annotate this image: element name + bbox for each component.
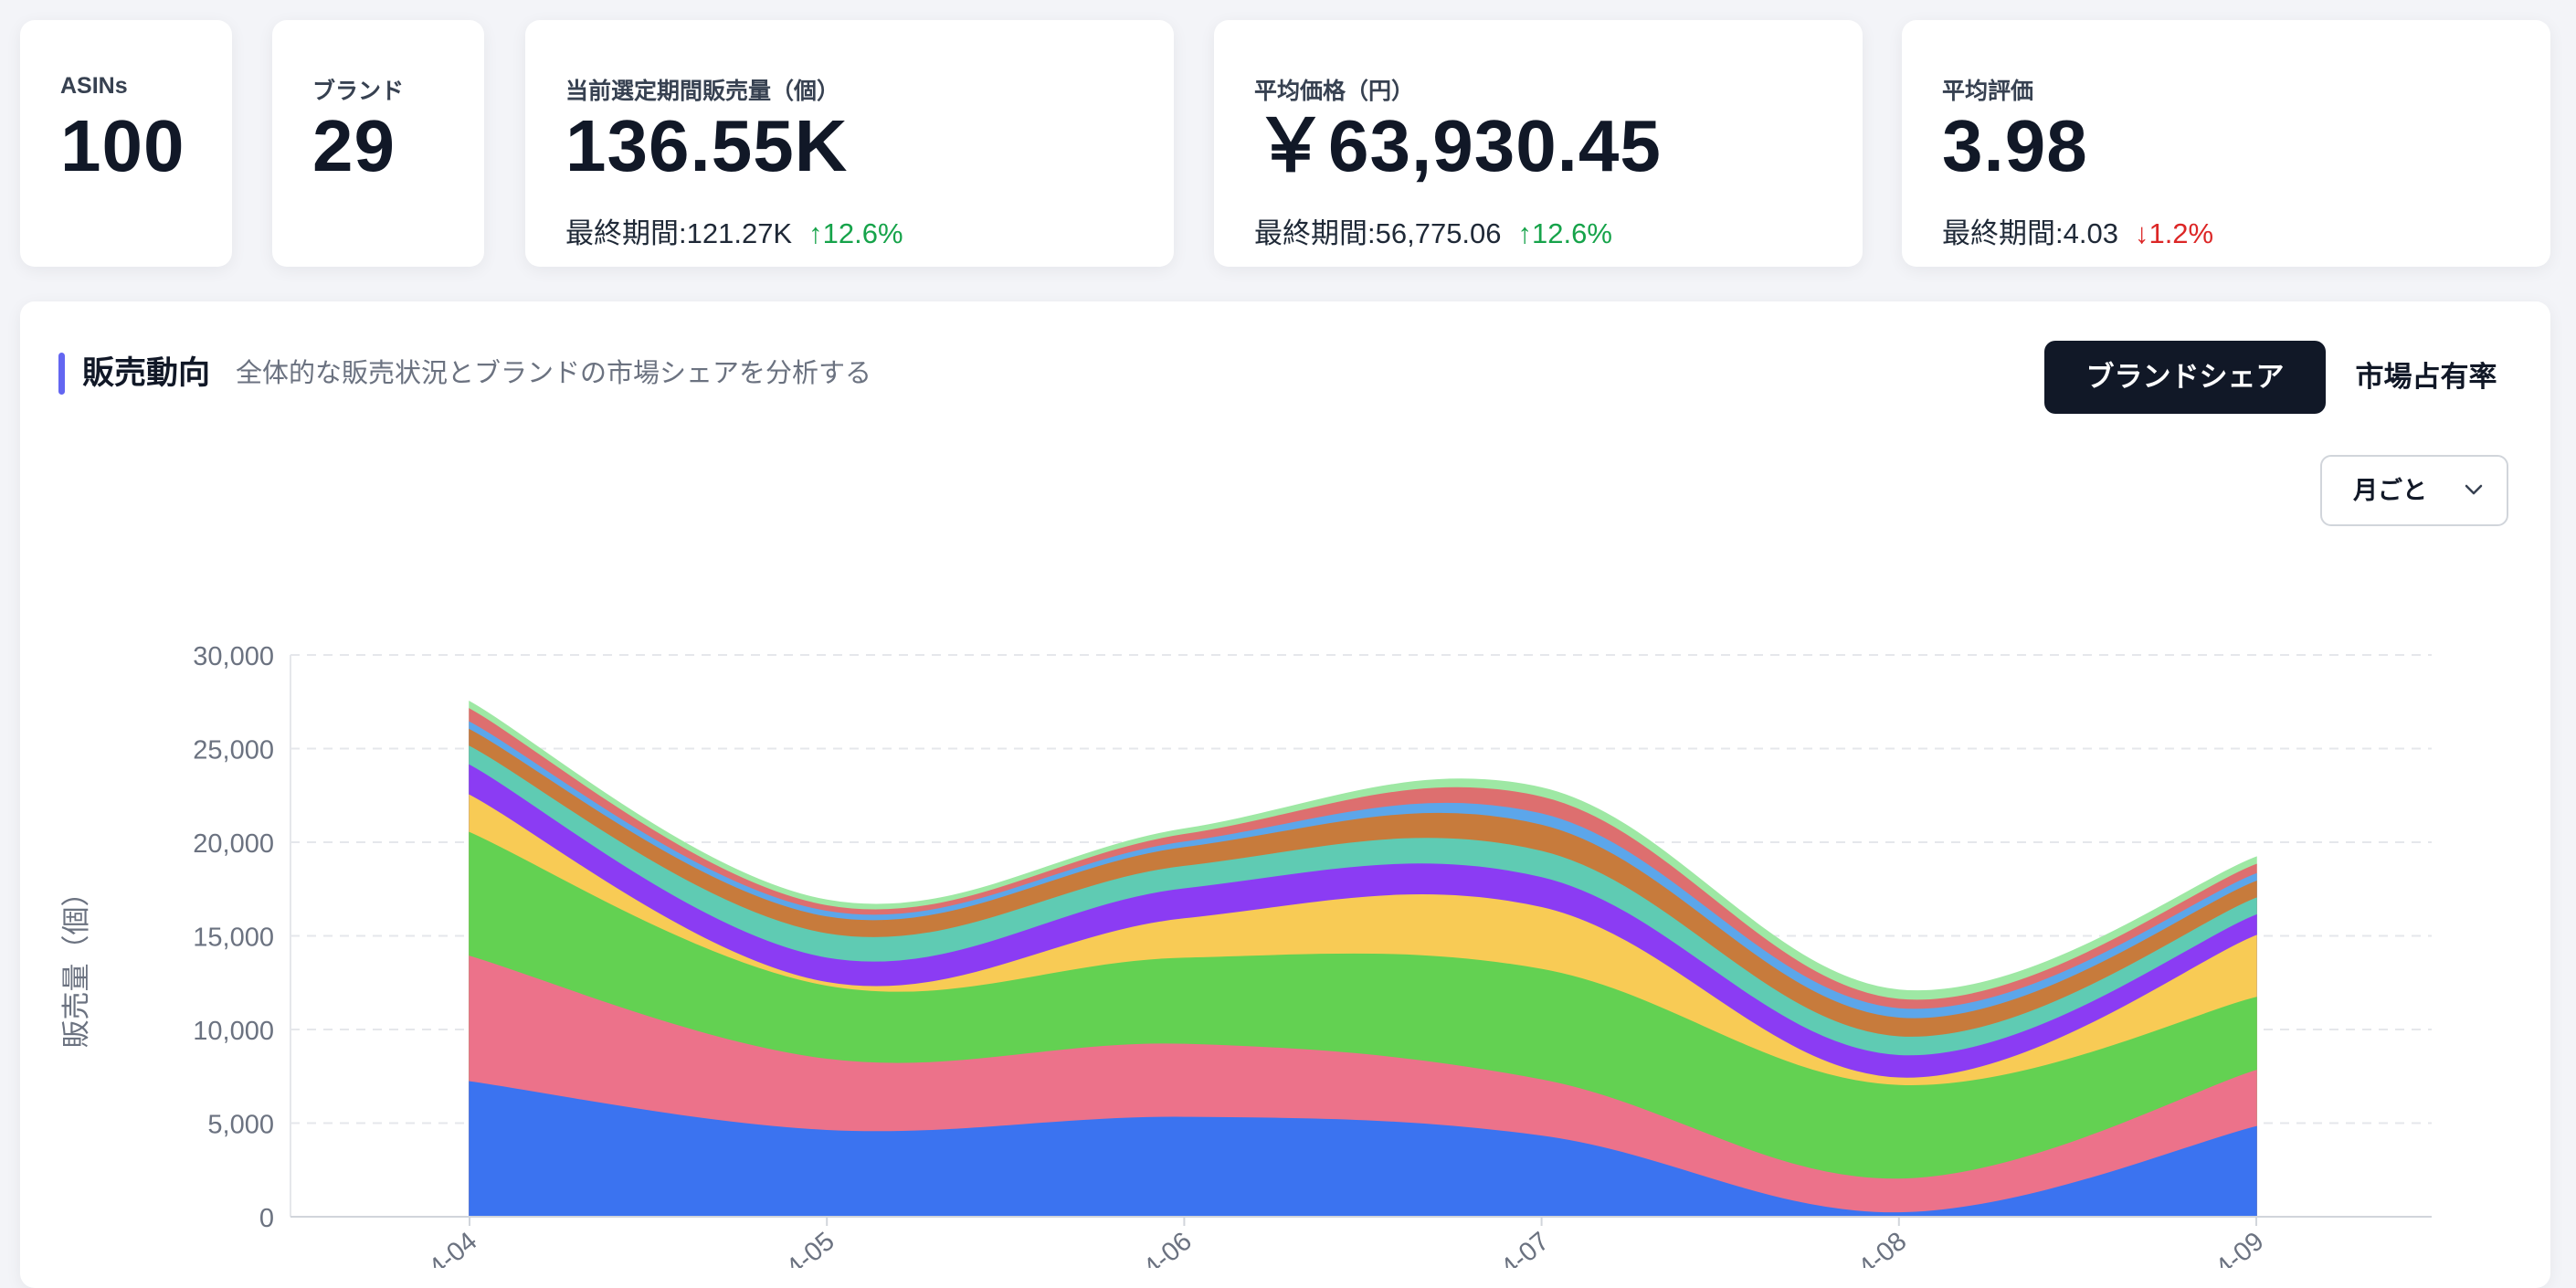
kpi-value: 3.98 xyxy=(1942,105,2088,186)
kpi-label: 当前選定期間販売量（個） xyxy=(565,79,840,104)
kpi-label: 平均評価 xyxy=(1942,79,2034,104)
kpi-label: 平均価格（円） xyxy=(1254,79,1415,104)
y-tick-label: 15,000 xyxy=(193,924,274,953)
x-tick-label: 4-05 xyxy=(781,1227,840,1268)
kpi-value: 136.55K xyxy=(565,105,849,186)
kpi-card-brands: ブランド 29 xyxy=(272,20,484,267)
y-tick-label: 10,000 xyxy=(193,1017,274,1046)
x-tick-label: 4-09 xyxy=(2210,1227,2269,1268)
kpi-last-period: 最終期間:4.03 xyxy=(1942,217,2118,249)
kpi-label: ASINs xyxy=(60,73,128,99)
kpi-card-asins: ASINs 100 xyxy=(20,20,232,267)
y-tick-label: 5,000 xyxy=(207,1111,274,1140)
kpi-last-period: 最終期間:121.27K xyxy=(565,217,793,249)
kpi-value: 29 xyxy=(312,105,396,186)
kpi-last-period: 最終期間:56,775.06 xyxy=(1254,217,1502,249)
sales-trend-panel: 販売動向 全体的な販売状況とブランドの市場シェアを分析する ブランドシェア 市場… xyxy=(20,301,2550,1288)
kpi-change-up: ↑12.6% xyxy=(808,217,903,249)
y-tick-label: 20,000 xyxy=(193,829,274,859)
y-axis-label: 販売量（個） xyxy=(60,879,92,1049)
kpi-change-up: ↑12.6% xyxy=(1517,217,1612,249)
kpi-change-down: ↓1.2% xyxy=(2134,217,2214,249)
kpi-sub: 最終期間:4.03 ↓1.2% xyxy=(1942,210,2213,251)
kpi-sub: 最終期間:56,775.06 ↑12.6% xyxy=(1254,210,1612,251)
sales-area-chart: 0 5,000 10,000 15,000 20,000 25,000 30,000 販売量（… xyxy=(60,642,2432,1268)
x-tick-label: 4-07 xyxy=(1495,1227,1555,1268)
x-tick-label: 4-06 xyxy=(1138,1227,1198,1268)
kpi-value: 100 xyxy=(60,105,185,186)
kpi-card-avg-rating: 平均評価 3.98 最終期間:4.03 ↓1.2% xyxy=(1902,20,2550,267)
kpi-label: ブランド xyxy=(312,79,405,104)
y-tick-label: 30,000 xyxy=(193,642,274,671)
x-tick-label: 4-08 xyxy=(1853,1227,1912,1268)
x-tick-label: 4-04 xyxy=(423,1227,482,1268)
kpi-value: ￥63,930.45 xyxy=(1254,105,1662,186)
y-tick-label: 25,000 xyxy=(193,736,274,765)
kpi-sub: 最終期間:121.27K ↑12.6% xyxy=(565,210,903,251)
y-tick-label: 0 xyxy=(259,1204,274,1233)
kpi-card-sales-volume: 当前選定期間販売量（個） 136.55K 最終期間:121.27K ↑12.6% xyxy=(525,20,1174,267)
kpi-card-avg-price: 平均価格（円） ￥63,930.45 最終期間:56,775.06 ↑12.6% xyxy=(1214,20,1863,267)
